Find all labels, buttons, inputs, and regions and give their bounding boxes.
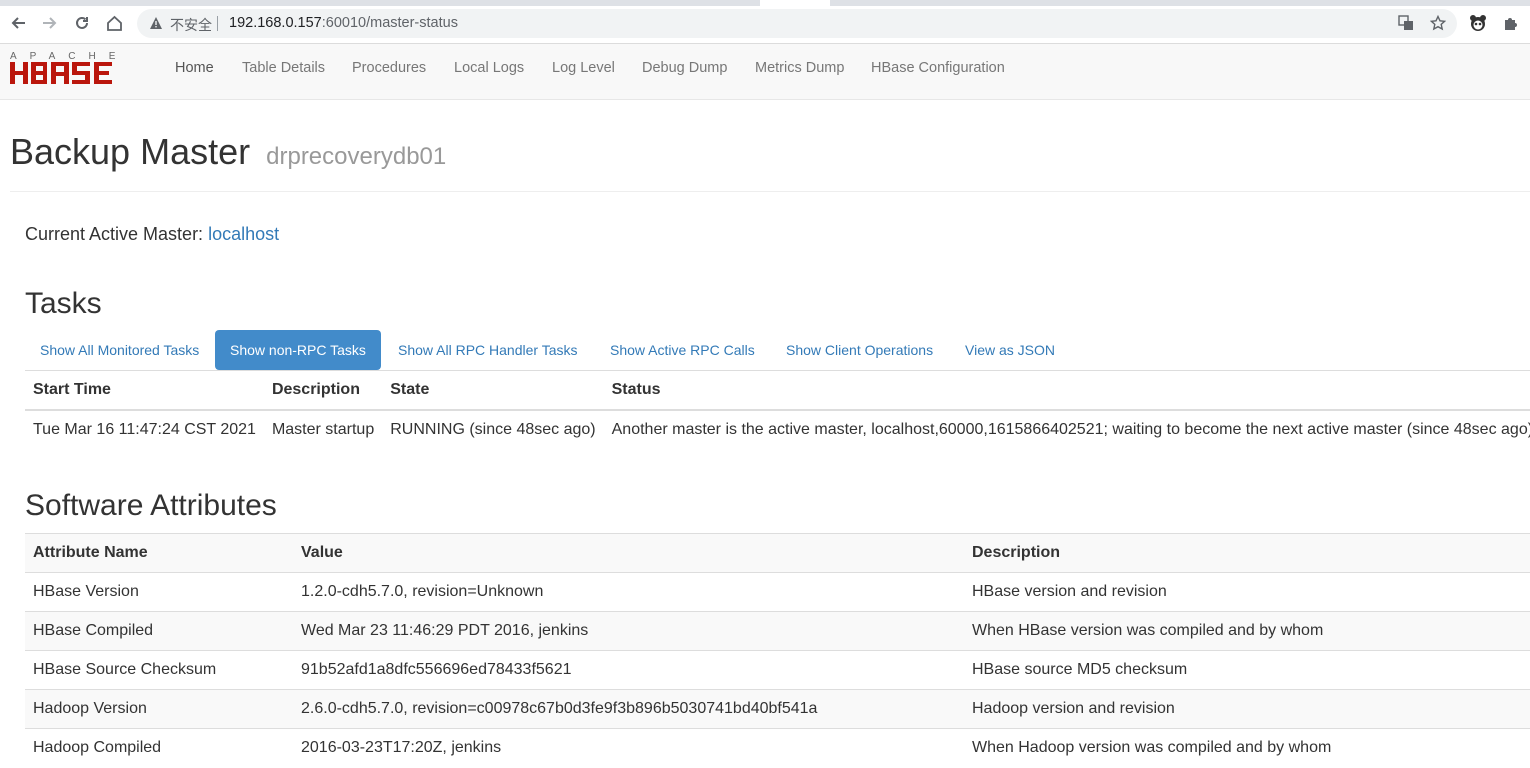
- extensions-puzzle-icon[interactable]: [1499, 12, 1521, 34]
- tab-show-client-operations[interactable]: Show Client Operations: [771, 330, 948, 370]
- table-row: Hadoop Version 2.6.0-cdh5.7.0, revision=…: [25, 689, 1530, 729]
- nav-home[interactable]: Home: [175, 59, 214, 77]
- software-attributes-heading: Software Attributes: [25, 489, 277, 522]
- attribute-value: 2.6.0-cdh5.7.0, revision=c00978c67b0d3fe…: [301, 700, 818, 717]
- url-path: :60010/master-status: [321, 15, 458, 31]
- attribute-value: 1.2.0-cdh5.7.0, revision=Unknown: [301, 583, 544, 600]
- column-attribute-name: Attribute Name: [33, 544, 148, 561]
- tab-view-as-json[interactable]: View as JSON: [950, 330, 1070, 370]
- url-text[interactable]: 192.168.0.157:60010/master-status: [229, 15, 458, 31]
- attribute-description: Hadoop version and revision: [972, 700, 1175, 717]
- attribute-name: Hadoop Version: [33, 700, 147, 717]
- nav-hbase-configuration[interactable]: HBase Configuration: [871, 59, 1005, 77]
- tab-show-active-rpc-calls[interactable]: Show Active RPC Calls: [595, 330, 770, 370]
- bookmark-star-icon[interactable]: [1429, 14, 1447, 32]
- home-icon[interactable]: [103, 12, 125, 34]
- column-attribute-description: Description: [972, 544, 1061, 561]
- attribute-description: When Hadoop version was compiled and by …: [972, 739, 1332, 757]
- column-start-time: Start Time: [33, 380, 111, 398]
- task-start-time: Tue Mar 16 11:47:24 CST 2021: [33, 420, 256, 438]
- page-title-text: Backup Master: [10, 131, 251, 172]
- attribute-description: HBase version and revision: [972, 583, 1167, 600]
- column-description: Description: [271, 380, 360, 398]
- tasks-heading: Tasks: [25, 287, 102, 320]
- hbase-navbar: APACHE Home Table Details Procedures Loc…: [0, 44, 1530, 100]
- table-row: HBase Compiled Wed Mar 23 11:46:29 PDT 2…: [25, 611, 1530, 651]
- current-active-master: Current Active Master: localhost: [25, 224, 279, 245]
- tab-strip: [0, 0, 1530, 6]
- nav-debug-dump[interactable]: Debug Dump: [642, 59, 727, 77]
- address-bar[interactable]: 不安全 192.168.0.157:60010/master-status: [137, 9, 1457, 38]
- insecure-label: 不安全: [170, 18, 212, 34]
- task-state: RUNNING (since 48sec ago): [390, 420, 596, 438]
- nav-metrics-dump[interactable]: Metrics Dump: [755, 59, 844, 77]
- attribute-value: 2016-03-23T17:20Z, jenkins: [301, 739, 502, 757]
- column-status: Status: [611, 380, 661, 398]
- tab-show-all-rpc-handler-tasks[interactable]: Show All RPC Handler Tasks: [383, 330, 592, 370]
- task-status: Another master is the active master, loc…: [611, 420, 1530, 438]
- nav-procedures[interactable]: Procedures: [352, 59, 426, 77]
- active-master-label: Current Active Master:: [25, 224, 204, 244]
- column-state: State: [390, 380, 430, 398]
- attribute-name: Hadoop Compiled: [33, 739, 162, 757]
- attribute-description: When HBase version was compiled and by w…: [972, 622, 1324, 639]
- svg-text:APACHE: APACHE: [10, 51, 128, 62]
- extension-panda-icon[interactable]: [1467, 12, 1489, 34]
- tasks-table-header: Start Time Description State Status: [25, 370, 1530, 410]
- attribute-name: HBase Source Checksum: [33, 661, 217, 678]
- master-hostname: drprecoverydb01: [266, 143, 447, 170]
- nav-log-level[interactable]: Log Level: [552, 59, 615, 77]
- warning-icon[interactable]: [149, 16, 163, 30]
- task-filter-tabs: Show All Monitored Tasks Show non-RPC Ta…: [25, 330, 1530, 370]
- translate-icon[interactable]: [1397, 14, 1415, 32]
- reload-icon[interactable]: [71, 12, 93, 34]
- url-host: 192.168.0.157: [229, 15, 322, 31]
- attribute-value: 91b52afd1a8dfc556696ed78433f5621: [301, 661, 572, 678]
- active-master-link[interactable]: localhost: [208, 224, 279, 244]
- tasks-table: Start Time Description State Status Tue …: [25, 370, 1530, 449]
- table-row: Tue Mar 16 11:47:24 CST 2021 Master star…: [25, 410, 1530, 449]
- attributes-table-header: Attribute Name Value Description: [25, 533, 1530, 573]
- forward-arrow-icon[interactable]: [39, 12, 61, 34]
- address-separator: [217, 16, 218, 31]
- attribute-name: HBase Version: [33, 583, 139, 600]
- software-attributes-table: Attribute Name Value Description HBase V…: [25, 533, 1530, 768]
- active-browser-tab[interactable]: [760, 0, 830, 6]
- column-value: Value: [301, 544, 343, 561]
- tab-show-non-rpc-tasks[interactable]: Show non-RPC Tasks: [215, 330, 381, 370]
- tab-show-all-monitored-tasks[interactable]: Show All Monitored Tasks: [25, 330, 214, 370]
- browser-toolbar: 不安全 192.168.0.157:60010/master-status: [0, 0, 1530, 44]
- nav-local-logs[interactable]: Local Logs: [454, 59, 524, 77]
- table-row: HBase Source Checksum 91b52afd1a8dfc5566…: [25, 650, 1530, 690]
- hbase-logo[interactable]: APACHE: [8, 48, 148, 92]
- attribute-name: HBase Compiled: [33, 622, 154, 639]
- nav-table-details[interactable]: Table Details: [242, 59, 325, 77]
- attribute-description: HBase source MD5 checksum: [972, 661, 1188, 678]
- table-row: HBase Version 1.2.0-cdh5.7.0, revision=U…: [25, 572, 1530, 612]
- page-title: Backup Master drprecoverydb01: [10, 131, 446, 178]
- page-header: Backup Master drprecoverydb01: [10, 131, 1530, 192]
- attribute-value: Wed Mar 23 11:46:29 PDT 2016, jenkins: [301, 622, 589, 639]
- table-row: Hadoop Compiled 2016-03-23T17:20Z, jenki…: [25, 728, 1530, 768]
- back-arrow-icon[interactable]: [7, 12, 29, 34]
- task-description: Master startup: [271, 420, 375, 438]
